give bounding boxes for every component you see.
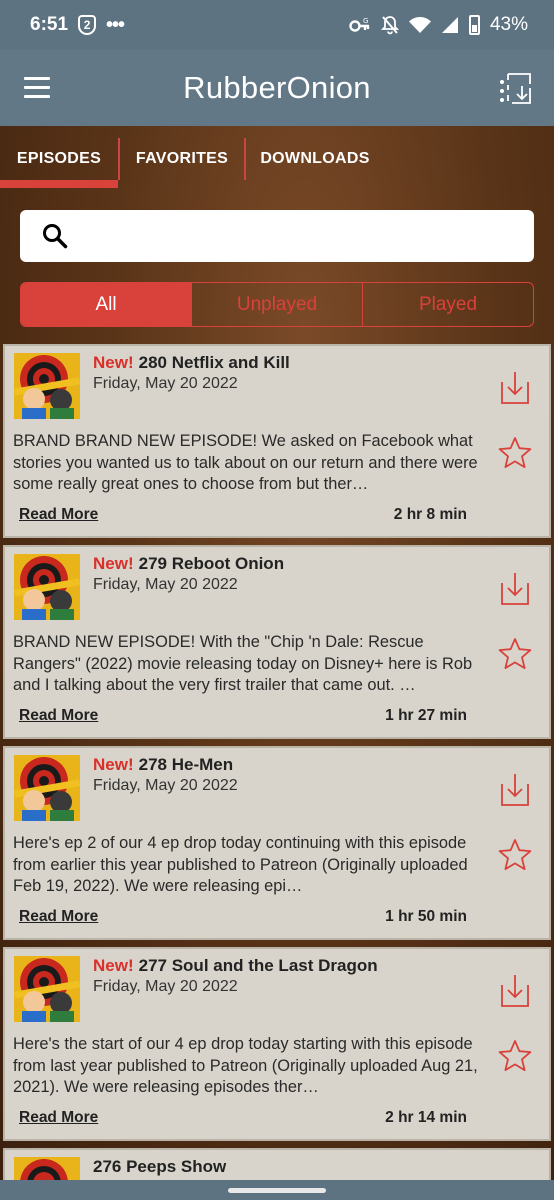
podcast-artwork — [14, 554, 80, 620]
read-more-link[interactable]: Read More — [19, 908, 98, 926]
episode-filter: All Unplayed Played — [20, 282, 534, 327]
episode-date: Friday, May 20 2022 — [93, 375, 238, 392]
episode-card[interactable]: New! 277 Soul and the Last Dragon Friday,… — [3, 947, 551, 1141]
mute-bell-icon — [380, 16, 399, 35]
episode-title: 280 Netflix and Kill — [138, 353, 290, 372]
active-tab-indicator — [0, 180, 118, 188]
cell-signal-icon — [441, 17, 458, 33]
download-icon[interactable] — [501, 772, 529, 806]
episode-title: 277 Soul and the Last Dragon — [138, 956, 378, 975]
battery-icon — [468, 15, 480, 35]
favorite-star-icon[interactable] — [498, 637, 532, 671]
episode-duration: 1 hr 50 min — [385, 908, 467, 925]
episode-duration: 2 hr 8 min — [393, 506, 467, 523]
menu-icon[interactable] — [24, 77, 50, 98]
status-time: 6:51 — [30, 14, 69, 35]
episode-title: 278 He-Men — [138, 755, 234, 774]
app-title: RubberOnion — [183, 70, 371, 105]
status-bar: 6:51 2 ••• G 43% — [0, 0, 554, 50]
new-badge: New! — [93, 755, 134, 774]
download-icon[interactable] — [501, 973, 529, 1007]
episode-card[interactable]: New! 280 Netflix and Kill Friday, May 20 … — [3, 344, 551, 538]
filter-unplayed[interactable]: Unplayed — [191, 283, 362, 326]
episode-description: Here's ep 2 of our 4 ep drop today conti… — [13, 834, 468, 895]
search-bar[interactable] — [20, 210, 534, 262]
favorite-star-icon[interactable] — [498, 838, 532, 872]
download-icon[interactable] — [501, 571, 529, 605]
battery-percent: 43% — [489, 14, 528, 35]
episode-title-line: New! 277 Soul and the Last Dragon — [93, 956, 378, 976]
episode-duration: 1 hr 27 min — [385, 707, 467, 724]
favorite-star-icon[interactable] — [498, 436, 532, 470]
more-notifications-icon: ••• — [106, 13, 125, 36]
read-more-link[interactable]: Read More — [19, 506, 98, 524]
notification-badge-icon: 2 — [78, 15, 97, 35]
new-badge: New! — [93, 353, 134, 372]
episode-description: BRAND BRAND NEW EPISODE! We asked on Fac… — [13, 432, 478, 493]
episode-title-line: New! 280 Netflix and Kill — [93, 353, 290, 373]
download-icon[interactable] — [501, 370, 529, 404]
search-input[interactable] — [80, 216, 534, 256]
filter-played[interactable]: Played — [362, 283, 533, 326]
episode-duration: 2 hr 14 min — [385, 1109, 467, 1126]
episode-date: Friday, May 20 2022 — [93, 978, 238, 995]
podcast-artwork — [14, 353, 80, 419]
tab-favorites[interactable]: FAVORITES — [118, 138, 244, 180]
episode-date: Friday, May 20 2022 — [93, 576, 238, 593]
tab-downloads[interactable]: DOWNLOADS — [244, 138, 384, 180]
tab-episodes[interactable]: EPISODES — [0, 138, 118, 180]
podcast-artwork — [14, 956, 80, 1022]
download-manager-icon[interactable] — [498, 70, 536, 108]
vpn-key-icon: G — [349, 17, 370, 32]
episode-card[interactable]: New! 278 He-Men Friday, May 20 2022 Here'… — [3, 746, 551, 940]
read-more-link[interactable]: Read More — [19, 707, 98, 725]
search-icon — [43, 224, 68, 249]
episode-title-line: New! 278 He-Men — [93, 755, 233, 775]
episode-title: 279 Reboot Onion — [138, 554, 285, 573]
home-gesture-handle[interactable] — [228, 1188, 326, 1193]
new-badge: New! — [93, 554, 134, 573]
episode-description: Here's the start of our 4 ep drop today … — [13, 1035, 478, 1096]
episode-title: 276 Peeps Show — [93, 1157, 227, 1176]
episode-description: BRAND NEW EPISODE! With the "Chip 'n Dal… — [13, 633, 473, 694]
app-bar: RubberOnion — [0, 50, 554, 126]
favorite-star-icon[interactable] — [498, 1039, 532, 1073]
wifi-icon — [408, 16, 431, 33]
read-more-link[interactable]: Read More — [19, 1109, 98, 1127]
episode-title-line: New! 279 Reboot Onion — [93, 554, 284, 574]
episode-title-line: 276 Peeps Show — [93, 1157, 226, 1177]
podcast-artwork — [14, 755, 80, 821]
episode-card[interactable]: New! 279 Reboot Onion Friday, May 20 2022… — [3, 545, 551, 739]
svg-text:G: G — [363, 17, 368, 25]
episode-date: Friday, May 20 2022 — [93, 777, 238, 794]
new-badge: New! — [93, 956, 134, 975]
filter-all[interactable]: All — [21, 283, 191, 326]
